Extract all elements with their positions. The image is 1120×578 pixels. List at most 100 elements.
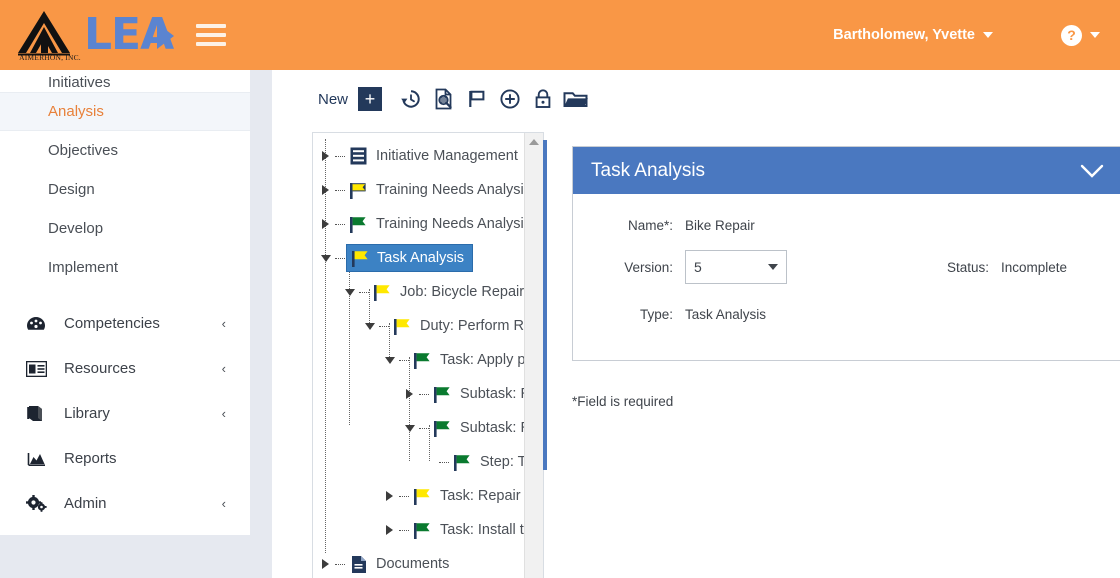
- tree-node[interactable]: Task: Install tires: [313, 513, 525, 547]
- tree-scrollbar-thumb[interactable]: [543, 140, 547, 470]
- sidebar-item-analysis[interactable]: Analysis: [0, 92, 250, 131]
- tree-node[interactable]: Subtask: Rem: [313, 411, 525, 445]
- folder-open-icon[interactable]: [563, 86, 589, 112]
- flag-icon[interactable]: [464, 86, 490, 112]
- user-account-menu[interactable]: Bartholomew, Yvette: [833, 27, 993, 43]
- name-value: Bike Repair: [685, 218, 755, 233]
- expand-collapse-icon[interactable]: [403, 388, 416, 401]
- tree-node[interactable]: Initiative Management: [313, 139, 525, 173]
- sidebar-item-initiatives[interactable]: Initiatives: [0, 70, 250, 92]
- new-button[interactable]: +: [358, 87, 383, 111]
- flag-yellow-icon: [350, 248, 371, 268]
- tree-node[interactable]: Training Needs Analysis ((: [313, 173, 525, 207]
- flag-yellow-icon: [392, 316, 413, 336]
- expand-collapse-icon[interactable]: [319, 150, 332, 163]
- tree-connector: [335, 155, 345, 157]
- sidebar-item-library[interactable]: Library ‹: [0, 391, 250, 436]
- tree-connector: [335, 223, 345, 225]
- tree-node[interactable]: Job: Bicycle Repairers: [313, 275, 525, 309]
- sidebar-item-competencies[interactable]: Competencies ‹: [0, 301, 250, 346]
- leaf-node-icon: [423, 456, 436, 469]
- tree-node-label: Step: Twis: [480, 453, 525, 470]
- expand-collapse-icon[interactable]: [319, 558, 332, 571]
- tree-node-chip[interactable]: Task Analysis: [346, 244, 474, 272]
- plus-circle-icon[interactable]: [497, 86, 523, 112]
- expand-collapse-icon[interactable]: [363, 320, 376, 333]
- header-right-group: Bartholomew, Yvette ?: [833, 24, 1120, 46]
- expand-collapse-icon[interactable]: [319, 218, 332, 231]
- chevron-down-icon: [983, 32, 993, 38]
- list-icon: [348, 146, 369, 166]
- tree-node-label: Training Needs Analysis ((: [376, 181, 525, 198]
- brand-logo[interactable]: AIMERHON, INC. LEA: [14, 9, 174, 62]
- history-icon[interactable]: [398, 86, 424, 112]
- sidebar-item-label: Implement: [48, 259, 119, 276]
- chevron-down-icon: [1090, 32, 1100, 38]
- dashboard-icon: [26, 316, 52, 332]
- content-toolbar: New +: [318, 82, 596, 116]
- field-row-name: Name*: Bike Repair: [601, 218, 755, 233]
- sidebar-group-label: Admin: [64, 495, 107, 512]
- version-label: Version:: [624, 259, 673, 275]
- flag-green-icon: [432, 384, 453, 404]
- sidebar-item-reports[interactable]: Reports: [0, 436, 250, 481]
- tree-vertical-scrollbar[interactable]: [524, 133, 543, 578]
- tree-node-label: Subtask: Rem: [460, 385, 525, 402]
- sidebar-item-design[interactable]: Design: [0, 170, 250, 209]
- flag-green-icon: [432, 418, 453, 438]
- hamburger-bar: [196, 42, 227, 46]
- sidebar-group-label: Resources: [64, 360, 136, 377]
- hamburger-bar: [196, 24, 227, 28]
- tree-node-label: Initiative Management: [376, 147, 518, 164]
- flag-yellow-icon: [412, 486, 433, 506]
- expand-collapse-icon[interactable]: [383, 490, 396, 503]
- tree-node[interactable]: Task: Repair hol: [313, 479, 525, 513]
- chevron-left-icon: ‹: [221, 361, 226, 376]
- tree-connector: [399, 495, 409, 497]
- company-name: AIMERHON, INC.: [19, 53, 81, 62]
- name-label: Name*:: [627, 218, 673, 233]
- navigation-tree-panel: Initiative Management Training Needs Ana…: [312, 132, 544, 578]
- id-card-icon: [26, 360, 52, 377]
- tree-connector: [335, 257, 345, 259]
- tree-node[interactable]: Step: Twis: [313, 445, 525, 479]
- help-menu[interactable]: ?: [1061, 24, 1100, 46]
- expand-collapse-icon[interactable]: [403, 422, 416, 435]
- sidebar-item-objectives[interactable]: Objectives: [0, 131, 250, 170]
- tree-node[interactable]: Training Needs Analysis: [313, 207, 525, 241]
- sidebar-item-admin[interactable]: Admin ‹: [0, 481, 250, 526]
- menu-toggle-button[interactable]: [196, 24, 227, 46]
- lock-icon[interactable]: [530, 86, 556, 112]
- expand-collapse-icon[interactable]: [343, 286, 356, 299]
- version-selected-value: 5: [694, 259, 702, 275]
- chevron-down-icon[interactable]: [1079, 163, 1105, 179]
- field-row-version: Version: 5: [601, 250, 787, 284]
- tree-node-label: Job: Bicycle Repairers: [400, 283, 525, 300]
- tree-node[interactable]: Duty: Perform Routi: [313, 309, 525, 343]
- expand-collapse-icon[interactable]: [319, 184, 332, 197]
- tree-node-label: Training Needs Analysis: [376, 215, 525, 232]
- tree-node[interactable]: Task: Apply princ: [313, 343, 525, 377]
- expand-collapse-icon[interactable]: [383, 354, 396, 367]
- expand-collapse-icon[interactable]: [319, 252, 332, 265]
- version-select[interactable]: 5: [685, 250, 787, 284]
- scroll-up-arrow-icon[interactable]: [529, 139, 539, 145]
- tree-node[interactable]: Documents: [313, 547, 525, 578]
- sidebar-group-label: Library: [64, 405, 110, 422]
- tree-connector: [359, 291, 369, 293]
- task-analysis-panel: Task Analysis Name*: Bike Repair Version…: [572, 146, 1120, 361]
- tree-connector: [335, 563, 345, 565]
- tree-node-selected[interactable]: Task Analysis: [313, 241, 525, 275]
- tree-node-label: Subtask: Rem: [460, 419, 525, 436]
- tree-connector: [439, 461, 449, 463]
- tree-node-label: Task: Apply princ: [440, 351, 525, 368]
- expand-collapse-icon[interactable]: [383, 524, 396, 537]
- sidebar-item-implement[interactable]: Implement: [0, 248, 250, 287]
- field-row-type: Type: Task Analysis: [601, 307, 766, 322]
- type-value: Task Analysis: [685, 307, 767, 322]
- document-search-icon[interactable]: [431, 86, 457, 112]
- tree-node[interactable]: Subtask: Rem: [313, 377, 525, 411]
- sidebar-item-develop[interactable]: Develop: [0, 209, 250, 248]
- sidebar-item-resources[interactable]: Resources ‹: [0, 346, 250, 391]
- task-panel-header: Task Analysis: [573, 147, 1120, 194]
